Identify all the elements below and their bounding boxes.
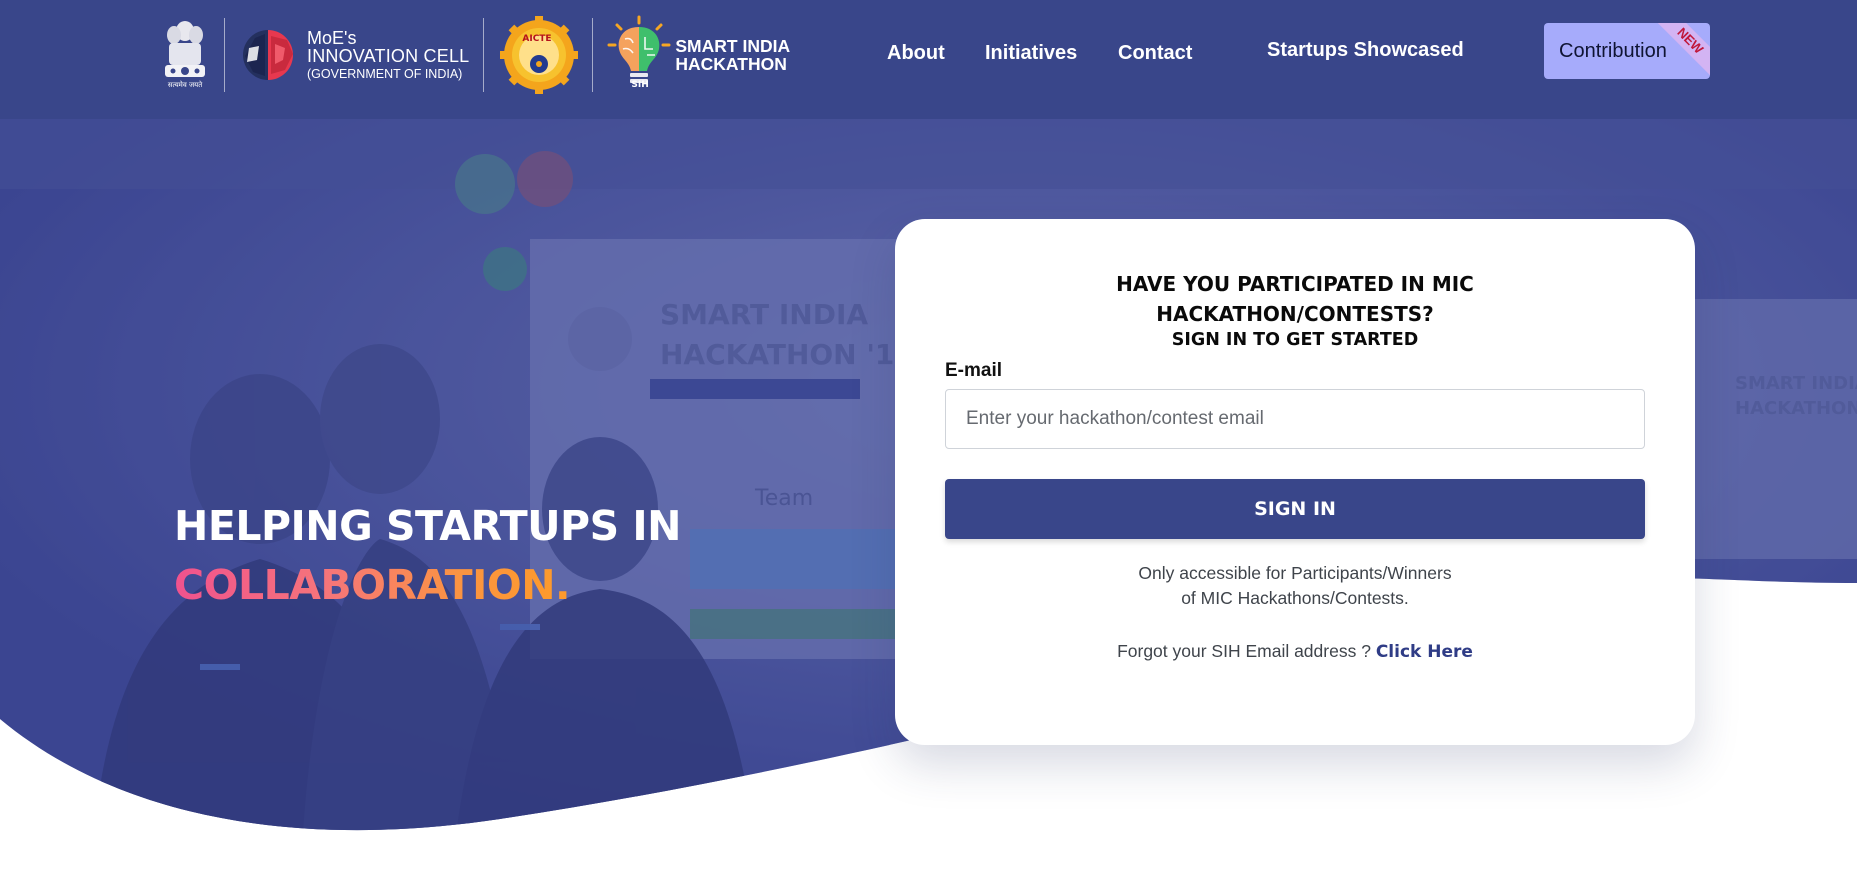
aicte-logo[interactable]: AICTE bbox=[500, 16, 579, 94]
moe-innovation-cell-logo[interactable]: MoE's INNOVATION CELL (GOVERNMENT OF IND… bbox=[235, 26, 469, 84]
signin-title-line2: HACKATHON/CONTESTS? bbox=[1156, 302, 1434, 326]
nav-about[interactable]: About bbox=[887, 42, 945, 65]
access-note-line1: Only accessible for Participants/Winners bbox=[1138, 563, 1452, 583]
contribution-button[interactable]: Contribution NEW bbox=[1544, 23, 1710, 79]
moe-line2: INNOVATION CELL bbox=[307, 46, 470, 67]
sih-line2: HACKATHON bbox=[675, 54, 787, 74]
forgot-email-row: Forgot your SIH Email address ? Click He… bbox=[895, 641, 1695, 662]
hero-headline-line1: HELPING STARTUPS IN bbox=[174, 502, 681, 550]
nav-initiatives[interactable]: Initiatives bbox=[985, 42, 1077, 65]
logo-divider bbox=[592, 18, 594, 92]
contribution-label: Contribution bbox=[1559, 40, 1667, 62]
hero-headline-dot: . bbox=[555, 561, 571, 609]
emblem-caption: सत्यमेव जयते bbox=[167, 81, 203, 89]
email-label: E-mail bbox=[945, 360, 1003, 381]
innovation-cell-brain-icon bbox=[243, 30, 293, 80]
sih-logo[interactable]: SIH SMART INDIA HACKATHON bbox=[607, 15, 790, 95]
hero-headline: HELPING STARTUPS IN COLLABORATION. bbox=[174, 497, 681, 615]
forgot-email-link[interactable]: Click Here bbox=[1376, 642, 1473, 662]
access-note-line2: of MIC Hackathons/Contests. bbox=[1181, 588, 1409, 608]
sih-badge: SIH bbox=[631, 80, 649, 90]
nav-startups-showcased[interactable]: Startups Showcased bbox=[1267, 39, 1464, 62]
moe-line3: (GOVERNMENT OF INDIA) bbox=[307, 67, 463, 82]
national-emblem-icon[interactable]: सत्यमेव जयते bbox=[160, 15, 210, 95]
hero-headline-highlight: COLLABORATION bbox=[174, 556, 556, 615]
access-note: Only accessible for Participants/Winners… bbox=[895, 561, 1695, 611]
signin-card-title: HAVE YOU PARTICIPATED IN MIC HACKATHON/C… bbox=[895, 269, 1695, 329]
moe-logo-text: MoE's INNOVATION CELL (GOVERNMENT OF IND… bbox=[307, 27, 470, 82]
signin-card-subtitle: SIGN IN TO GET STARTED bbox=[1171, 330, 1419, 350]
nav-contact[interactable]: Contact bbox=[1118, 42, 1192, 65]
moe-line1: MoE's bbox=[307, 27, 357, 48]
signin-card: HAVE YOU PARTICIPATED IN MIC HACKATHON/C… bbox=[895, 219, 1695, 745]
signin-title-line1: HAVE YOU PARTICIPATED IN MIC bbox=[1116, 272, 1474, 296]
aicte-gear-logo-icon bbox=[500, 16, 579, 94]
logo-divider bbox=[224, 18, 225, 92]
logo-divider bbox=[483, 18, 485, 92]
sih-logo-text: SMART INDIA HACKATHON bbox=[675, 35, 791, 74]
sih-line1: SMART INDIA bbox=[675, 35, 791, 56]
top-navbar: सत्यमेव जयते MoE's INNOVATION CELL (GOVE… bbox=[0, 0, 1857, 119]
sign-in-button[interactable]: SIGN IN bbox=[945, 479, 1645, 539]
email-field[interactable] bbox=[945, 389, 1645, 449]
aicte-text: AICTE bbox=[522, 34, 552, 44]
forgot-email-text: Forgot your SIH Email address ? bbox=[1117, 641, 1371, 661]
logo-strip: सत्यमेव जयते MoE's INNOVATION CELL (GOVE… bbox=[160, 14, 790, 96]
